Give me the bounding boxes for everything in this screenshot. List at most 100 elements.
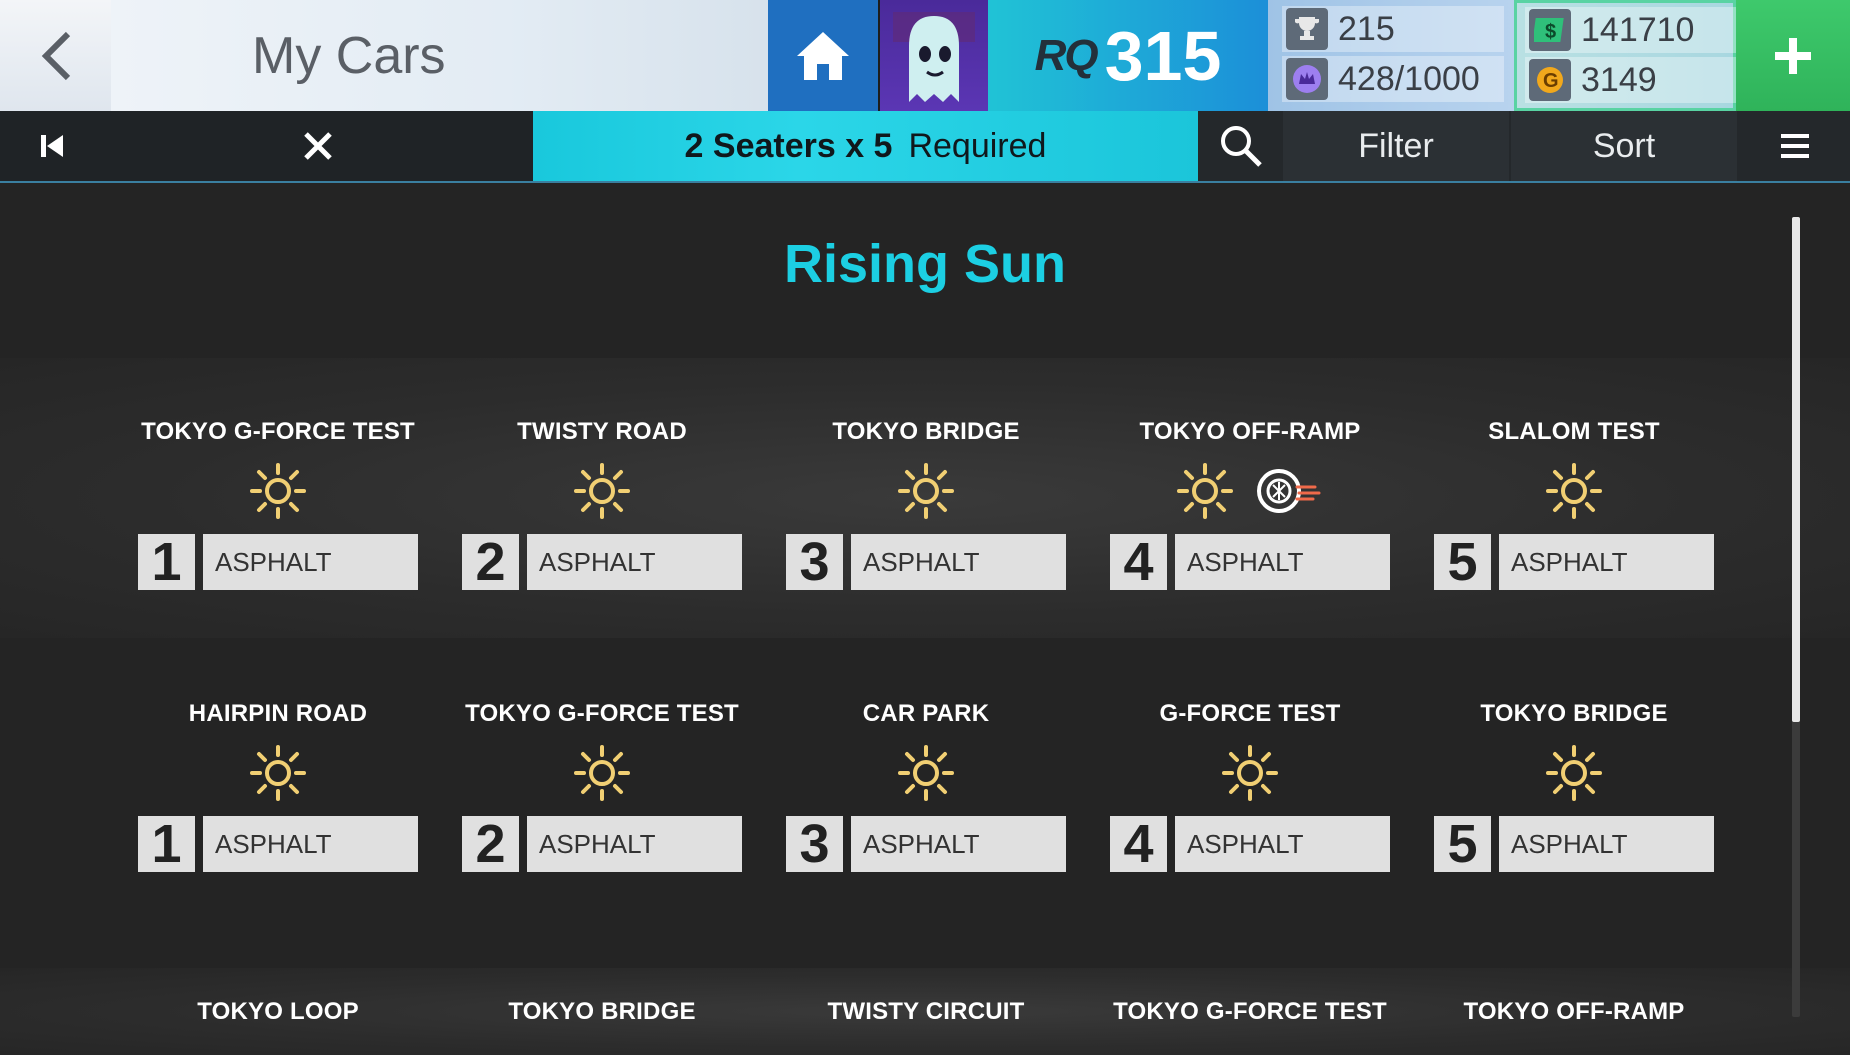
cash-value: 141710 <box>1581 10 1695 49</box>
race-name: TOKYO OFF-RAMP <box>1463 998 1685 1025</box>
race-card[interactable]: TOKYO G-FORCE TEST 2 ASPHALT <box>452 700 752 874</box>
chevron-left-icon <box>41 31 70 80</box>
top-bar: My Cars RQ 315 215 428/1000 $ 141710 G 3… <box>0 0 1850 111</box>
race-card[interactable]: TOKYO BRIDGE 5 ASPHALT <box>1424 700 1724 874</box>
add-currency-button[interactable] <box>1736 0 1850 111</box>
svg-text:G: G <box>1543 70 1559 92</box>
sun-icon <box>898 745 954 801</box>
race-name: CAR PARK <box>862 700 990 727</box>
clear-requirement-button[interactable] <box>103 111 533 181</box>
sun-icon <box>1546 745 1602 801</box>
race-card[interactable]: TOKYO BRIDGE 3 ASPHALT <box>776 418 1076 592</box>
race-number: 4 <box>1110 814 1167 874</box>
jump-to-start-button[interactable] <box>0 111 103 181</box>
race-row-3: TOKYO LOOP TOKYO BRIDGE TWISTY CIRCUIT T… <box>0 968 1850 1055</box>
crown-icon <box>1286 58 1328 100</box>
cash-stat: $ 141710 <box>1525 7 1747 53</box>
race-surface: ASPHALT <box>851 534 1066 590</box>
race-number: 2 <box>462 532 519 592</box>
sun-icon <box>1222 745 1278 801</box>
event-title: Rising Sun <box>784 234 1066 294</box>
filter-button[interactable]: Filter <box>1283 111 1509 181</box>
event-panel[interactable]: Rising Sun TOKYO G-FORCE TEST 1 ASPHALT T… <box>0 181 1850 1055</box>
race-card[interactable]: G-FORCE TEST 4 ASPHALT <box>1100 700 1400 874</box>
race-number: 3 <box>786 814 843 874</box>
requirement-label: Required <box>908 126 1047 165</box>
sort-button[interactable]: Sort <box>1511 111 1737 181</box>
svg-text:$: $ <box>1545 21 1556 43</box>
trophy-icon <box>1286 8 1328 50</box>
race-name: HAIRPIN ROAD <box>188 700 368 727</box>
gold-icon: G <box>1529 59 1571 101</box>
sun-icon <box>574 463 630 519</box>
sun-icon <box>250 463 306 519</box>
race-card[interactable]: CAR PARK 3 ASPHALT <box>776 700 1076 874</box>
race-card[interactable]: HAIRPIN ROAD 1 ASPHALT <box>128 700 428 874</box>
requirement-banner[interactable]: 2 Seaters x 5 Required <box>533 111 1198 181</box>
sun-icon <box>1546 463 1602 519</box>
race-surface: ASPHALT <box>1499 816 1714 872</box>
race-surface: ASPHALT <box>1175 816 1390 872</box>
sun-icon <box>1177 463 1233 519</box>
race-surface: ASPHALT <box>851 816 1066 872</box>
filter-bar: 2 Seaters x 5 Required Filter Sort <box>0 111 1850 181</box>
rq-label: RQ <box>1034 30 1099 80</box>
requirement-count: 2 Seaters x 5 <box>684 126 893 165</box>
race-name: TOKYO G-FORCE TEST <box>465 700 739 727</box>
race-surface: ASPHALT <box>203 534 418 590</box>
crowns-value: 428/1000 <box>1338 59 1480 98</box>
gold-value: 3149 <box>1581 60 1657 99</box>
race-card[interactable]: TWISTY ROAD 2 ASPHALT <box>452 418 752 592</box>
avatar[interactable] <box>880 0 988 111</box>
sort-label: Sort <box>1592 126 1656 165</box>
race-name: TWISTY CIRCUIT <box>827 998 1025 1025</box>
race-row-2: HAIRPIN ROAD 1 ASPHALT TOKYO G-FORCE TEST… <box>0 638 1850 923</box>
plus-icon <box>1775 37 1811 74</box>
race-number: 1 <box>138 532 195 592</box>
race-name: TOKYO BRIDGE <box>832 418 1020 445</box>
race-card[interactable]: TOKYO OFF-RAMP 4 ASPHALT <box>1100 418 1400 592</box>
race-card[interactable]: TOKYO G-FORCE TEST 1 ASPHALT <box>128 418 428 592</box>
race-number: 5 <box>1434 814 1491 874</box>
race-name: G-FORCE TEST <box>1159 700 1341 727</box>
race-card[interactable]: TOKYO OFF-RAMP <box>1424 998 1724 1026</box>
back-button[interactable] <box>0 0 111 111</box>
race-number: 3 <box>786 532 843 592</box>
trophies-stat: 215 <box>1282 6 1504 52</box>
race-surface: ASPHALT <box>527 816 742 872</box>
trophies-value: 215 <box>1338 9 1395 48</box>
rq-display: RQ 315 <box>988 0 1268 111</box>
race-surface: ASPHALT <box>1499 534 1714 590</box>
race-card[interactable]: TWISTY CIRCUIT <box>776 998 1076 1026</box>
search-icon <box>1220 126 1262 167</box>
skip-back-icon <box>40 135 63 157</box>
race-card[interactable]: TOKYO LOOP <box>128 998 428 1026</box>
player-stats[interactable]: 215 428/1000 <box>1268 0 1514 111</box>
cash-icon: $ <box>1529 9 1571 51</box>
race-name: TOKYO OFF-RAMP <box>1139 418 1361 445</box>
sun-icon <box>898 463 954 519</box>
race-name: SLALOM TEST <box>1488 418 1660 445</box>
race-surface: ASPHALT <box>203 816 418 872</box>
scrollbar[interactable] <box>1792 217 1800 1017</box>
race-row-1: TOKYO G-FORCE TEST 1 ASPHALT TWISTY ROAD … <box>0 358 1850 638</box>
menu-button[interactable] <box>1739 111 1850 181</box>
gold-stat: G 3149 <box>1525 57 1747 103</box>
home-icon <box>797 31 849 80</box>
tyre-icon <box>1257 469 1321 513</box>
race-name: TOKYO G-FORCE TEST <box>1113 998 1387 1025</box>
race-number: 2 <box>462 814 519 874</box>
race-name: TOKYO BRIDGE <box>508 998 696 1025</box>
race-card[interactable]: TOKYO G-FORCE TEST <box>1100 998 1400 1026</box>
search-button[interactable] <box>1198 111 1283 181</box>
race-card[interactable]: SLALOM TEST 5 ASPHALT <box>1424 418 1724 592</box>
scrollbar-thumb[interactable] <box>1792 217 1800 722</box>
race-card[interactable]: TOKYO BRIDGE <box>452 998 752 1026</box>
rq-value: 315 <box>1104 16 1222 95</box>
home-button[interactable] <box>768 0 878 111</box>
race-number: 1 <box>138 814 195 874</box>
sun-icon <box>250 745 306 801</box>
race-surface: ASPHALT <box>1175 534 1390 590</box>
close-icon <box>304 132 332 160</box>
currency-stats[interactable]: $ 141710 G 3149 <box>1514 0 1747 111</box>
